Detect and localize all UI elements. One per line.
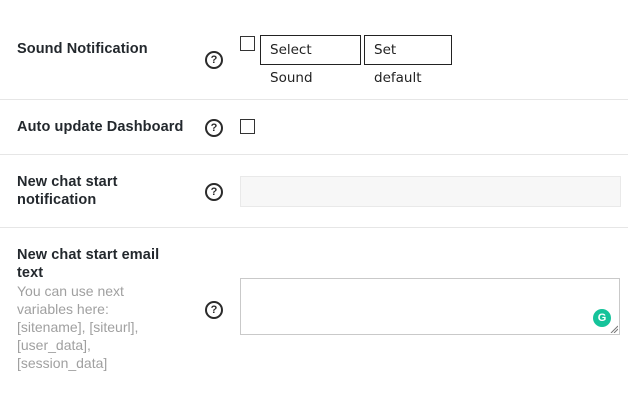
new-chat-notification-help-icon[interactable]: ?	[205, 183, 223, 201]
new-chat-email-label-line1: New chat start email	[17, 247, 160, 263]
email-variables-hint-line: variables here:	[17, 301, 109, 317]
resize-handle-icon[interactable]	[610, 325, 618, 333]
email-variables-hint-line: [sitename], [siteurl],	[17, 319, 139, 335]
email-variables-hint-line: [user_data],	[17, 337, 91, 353]
new-chat-email-textarea[interactable]: G	[240, 278, 620, 335]
auto-update-dashboard-label: Auto update Dashboard	[17, 119, 184, 135]
sound-notification-label: Sound Notification	[17, 41, 148, 57]
email-variables-hint-line: [session_data]	[17, 355, 108, 371]
auto-update-dashboard-checkbox[interactable]	[240, 119, 255, 134]
new-chat-email-help-icon[interactable]: ?	[205, 301, 223, 319]
new-chat-notification-label-line1: New chat start	[17, 174, 118, 190]
sound-notification-help-icon[interactable]: ?	[205, 51, 223, 69]
email-variables-hint-line: You can use next	[17, 283, 124, 299]
new-chat-email-label-line2: text	[17, 265, 44, 281]
divider	[0, 227, 628, 228]
divider	[0, 99, 628, 100]
divider	[0, 154, 628, 155]
grammarly-icon[interactable]: G	[593, 309, 611, 327]
sound-notification-checkbox[interactable]	[240, 36, 255, 51]
select-sound-button[interactable]: Select Sound	[260, 35, 361, 86]
auto-update-help-icon[interactable]: ?	[205, 119, 223, 137]
new-chat-notification-input[interactable]	[240, 176, 621, 207]
set-default-button[interactable]: Set default	[364, 35, 452, 86]
new-chat-notification-label-line2: notification	[17, 192, 97, 208]
